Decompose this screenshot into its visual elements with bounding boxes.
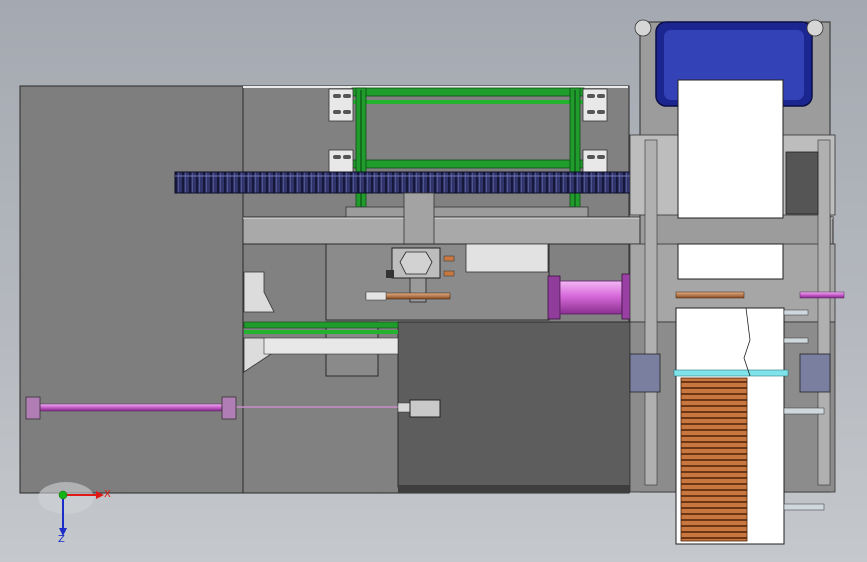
- side-small-cylinder: [799, 291, 845, 299]
- frame-top-rail-lower: [352, 100, 584, 104]
- feed-guide: [677, 243, 784, 280]
- vertical-slide: [403, 192, 435, 250]
- rod-end-bracket-right: [221, 396, 237, 420]
- center-push-rod[interactable]: [365, 291, 451, 301]
- hopper-chute: [677, 79, 784, 219]
- gripper-hex-nut: [399, 251, 433, 275]
- z-axis-label: Z: [58, 534, 65, 545]
- carriage-top-plate: [345, 206, 589, 218]
- x-axis-label: X: [104, 489, 111, 500]
- copper-coil-stack: [680, 377, 748, 542]
- cylinder-barrel: [559, 280, 623, 315]
- long-rod-body: [39, 403, 223, 412]
- left-base-plate: [19, 85, 245, 494]
- gripper-fitting: [386, 270, 394, 278]
- rod-actuator-block: [409, 399, 441, 418]
- frame-mid-rail: [351, 159, 585, 169]
- gear-rack[interactable]: [174, 171, 705, 194]
- right-motor-block: [785, 151, 819, 215]
- cyan-pusher-bar: [673, 369, 789, 377]
- cad-viewport[interactable]: X Z: [0, 0, 867, 562]
- frame-top-rail: [351, 87, 585, 97]
- cylinder-rear-cap: [547, 275, 561, 320]
- lower-green-rail: [243, 321, 399, 329]
- triad-origin: [58, 490, 68, 500]
- gear-rack-body: [174, 171, 705, 194]
- left-clamp-block: [629, 353, 661, 393]
- housing-window: [465, 243, 549, 273]
- right-clamp-block: [799, 353, 831, 393]
- main-pneumatic-cylinder[interactable]: [547, 273, 643, 320]
- lower-recess-shadow: [398, 485, 630, 493]
- rod-end-bracket-left: [25, 396, 41, 420]
